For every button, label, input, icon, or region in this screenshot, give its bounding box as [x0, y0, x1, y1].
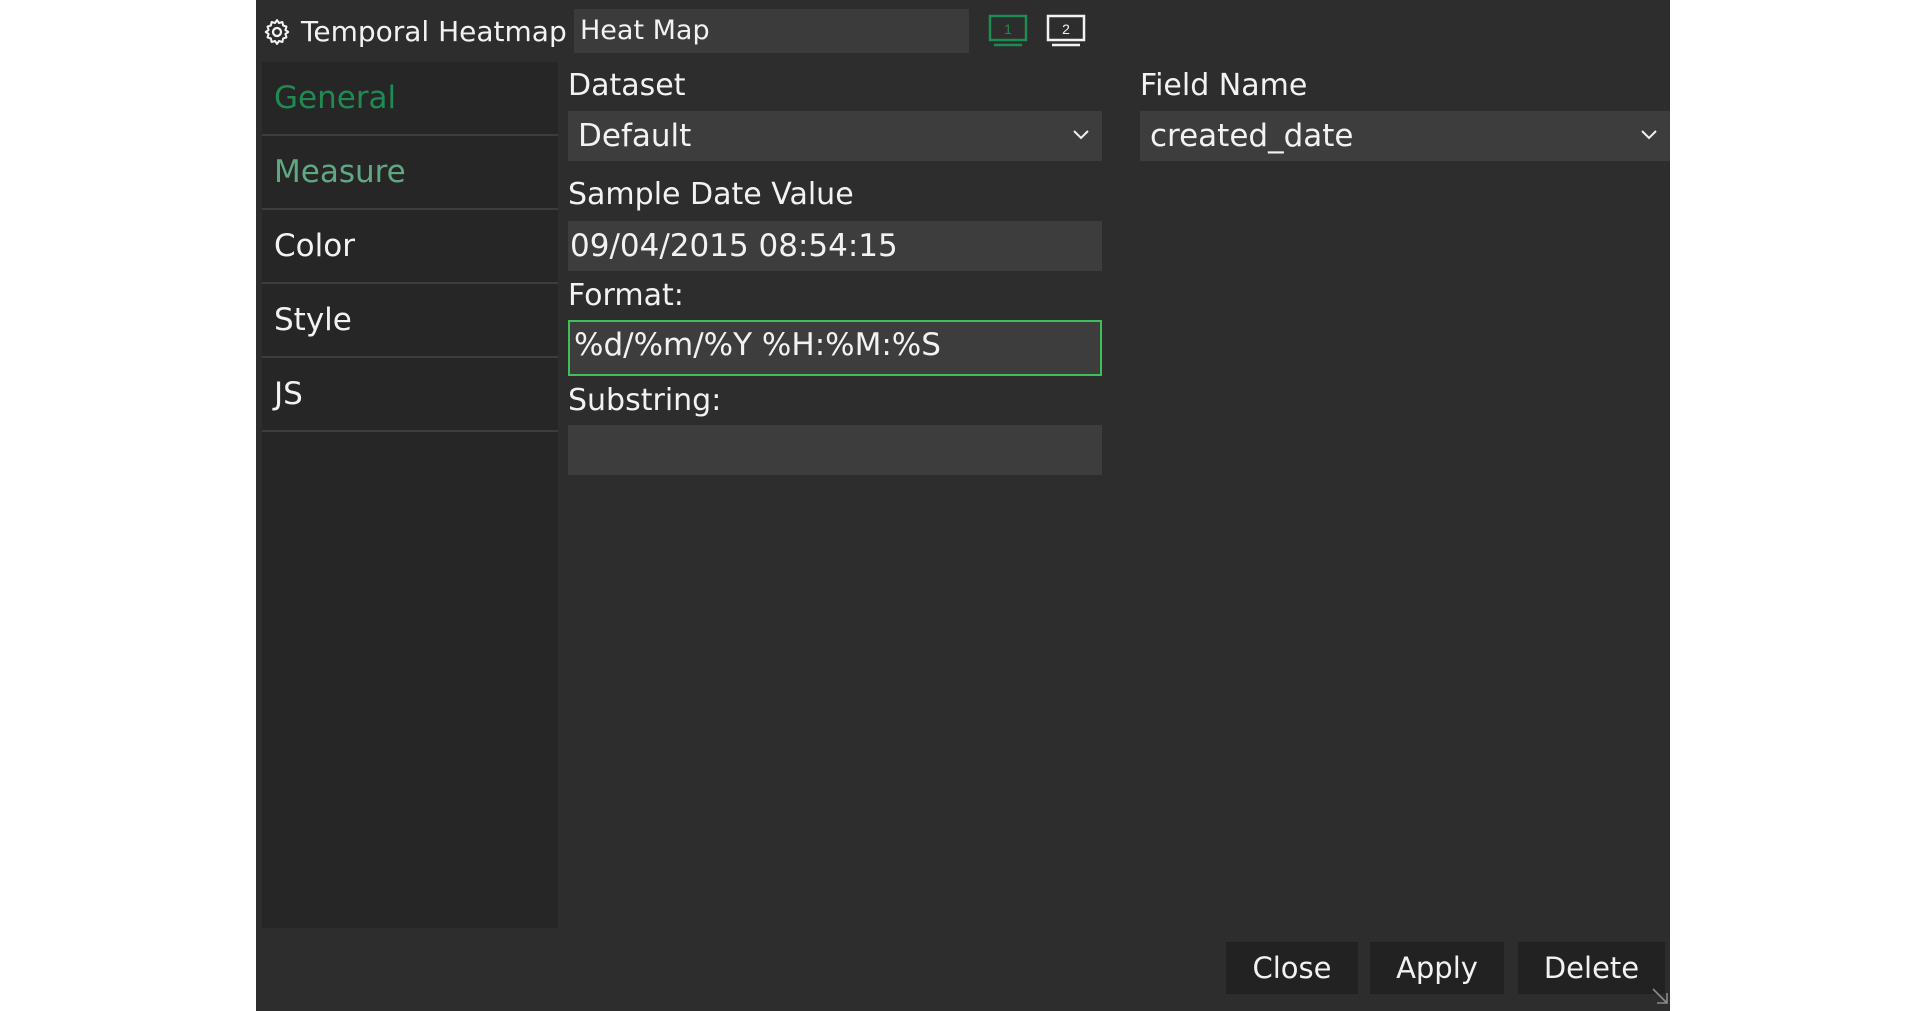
format-field[interactable]: %d/%m/%Y %H:%M:%S — [568, 320, 1102, 376]
delete-button[interactable]: Delete — [1518, 942, 1665, 994]
apply-button[interactable]: Apply — [1370, 942, 1504, 994]
close-button[interactable]: Close — [1226, 942, 1358, 994]
dialog-title: Temporal Heatmap — [301, 15, 567, 48]
screen-1-icon[interactable]: 1 — [988, 14, 1028, 48]
gear-icon[interactable] — [262, 17, 292, 47]
sidebar-item-general[interactable]: General — [262, 62, 558, 136]
sidebar: General Measure Color Style JS — [262, 62, 558, 928]
sample-date-label: Sample Date Value — [568, 177, 854, 212]
chevron-down-icon — [1073, 130, 1089, 140]
sidebar-item-color[interactable]: Color — [262, 210, 558, 284]
sidebar-item-measure[interactable]: Measure — [262, 136, 558, 210]
screen-1-label: 1 — [1004, 21, 1012, 37]
chevron-down-icon — [1641, 130, 1657, 140]
format-label: Format: — [568, 278, 684, 313]
screen-2-label: 2 — [1062, 21, 1070, 37]
resize-handle-icon[interactable] — [1650, 986, 1670, 1006]
dataset-label: Dataset — [568, 68, 686, 103]
title-bar: Temporal Heatmap Heat Map 1 2 — [256, 0, 1670, 62]
chart-name-input[interactable]: Heat Map — [574, 9, 969, 53]
settings-dialog: Temporal Heatmap Heat Map 1 2 General Me… — [256, 0, 1670, 1011]
substring-field[interactable] — [568, 425, 1102, 475]
field-name-label: Field Name — [1140, 68, 1308, 103]
field-name-select[interactable]: created_date — [1140, 111, 1670, 161]
sidebar-item-style[interactable]: Style — [262, 284, 558, 358]
field-name-select-value: created_date — [1150, 118, 1354, 154]
dataset-select[interactable]: Default — [568, 111, 1102, 161]
screen-2-icon[interactable]: 2 — [1046, 14, 1086, 48]
substring-label: Substring: — [568, 383, 722, 418]
sidebar-item-js[interactable]: JS — [262, 358, 558, 432]
sample-date-field[interactable]: 09/04/2015 08:54:15 — [568, 221, 1102, 271]
dataset-select-value: Default — [578, 118, 692, 154]
